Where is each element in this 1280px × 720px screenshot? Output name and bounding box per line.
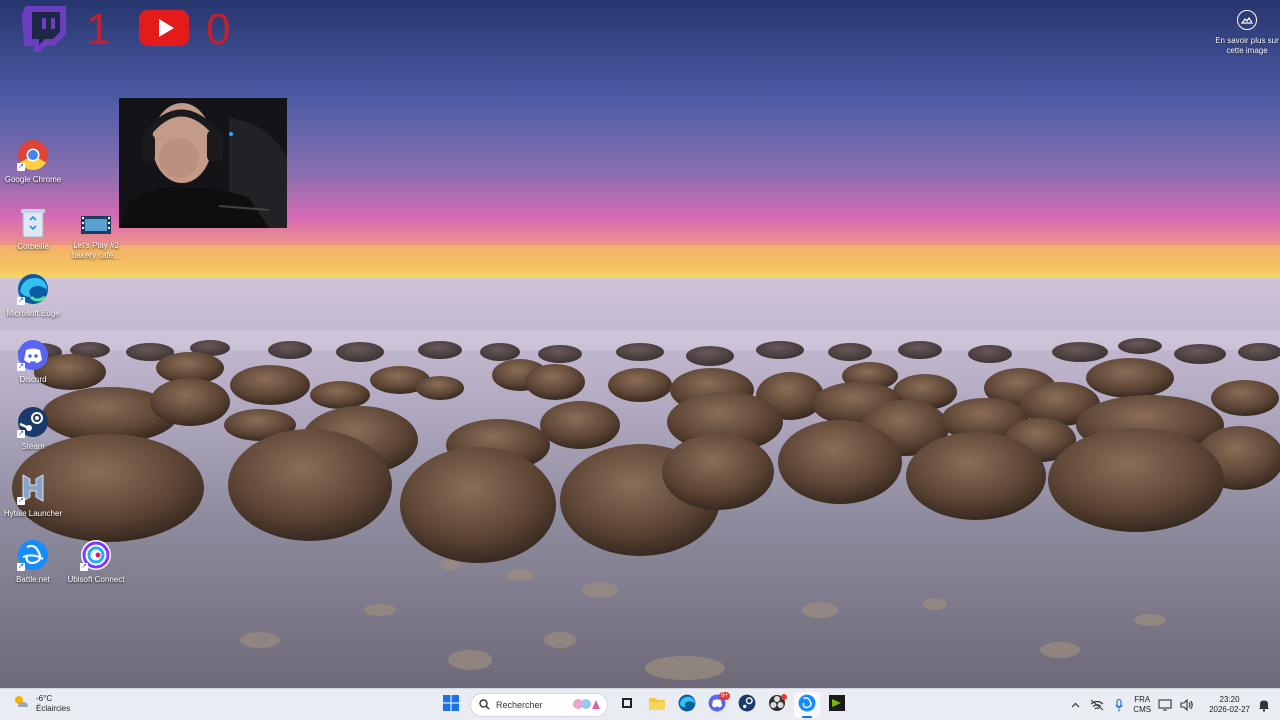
start-icon (443, 694, 459, 716)
shortcut-arrow-icon: ↗ (17, 297, 25, 305)
taskbar: -6°C Éclaircies Rechercher 9+ FRA CMS 23… (0, 688, 1280, 720)
twitch-icon (20, 4, 70, 57)
edge-icon: ↗ (16, 272, 50, 306)
battlenet-icon: ↗ (16, 538, 50, 572)
search-input[interactable] (496, 700, 566, 710)
partly-sunny-icon (12, 693, 30, 714)
desktop-icon-label: Let's Play #2 bakery cafe... (71, 241, 121, 260)
clock-date: 2026-02-27 (1209, 705, 1250, 714)
microphone-icon[interactable] (1111, 697, 1127, 713)
desktop-icon-ubisoft[interactable]: ↗ Ubisoft Connect (63, 538, 129, 585)
start-button[interactable] (438, 692, 464, 718)
desktop-icon-label: Microsoft Edge (6, 309, 60, 318)
task-view-button[interactable] (614, 692, 640, 718)
youtube-icon (138, 9, 190, 52)
obs-taskbar-button[interactable] (764, 692, 790, 718)
discord-icon: ↗ (16, 338, 50, 372)
ubisoft-icon: ↗ (79, 538, 113, 572)
desktop-icon-battlenet[interactable]: ↗ Battle.net (0, 538, 66, 585)
nvidia-icon (829, 694, 845, 716)
notification-badge: 9+ (719, 692, 730, 700)
desktop-icon-label: Battle.net (16, 575, 50, 584)
shortcut-arrow-icon: ↗ (17, 363, 25, 371)
webcam-feed (119, 98, 287, 228)
steam-icon: ↗ (16, 405, 50, 439)
chrome-icon: ↗ (16, 138, 50, 172)
youtube-counter: 0 (138, 6, 230, 54)
volume-icon[interactable] (1179, 697, 1195, 713)
hytale-icon: ↗ (16, 472, 50, 506)
input-language[interactable]: FRA CMS (1133, 695, 1151, 715)
twitch-counter: 1 (20, 4, 111, 57)
edge-icon (678, 694, 696, 717)
display-icon[interactable] (1157, 697, 1173, 713)
shortcut-arrow-icon: ↗ (17, 430, 25, 438)
keyboard-layout: CMS (1133, 705, 1152, 714)
desktop-icon-label: Ubisoft Connect (67, 575, 125, 584)
desktop-icon-chrome[interactable]: ↗ Google Chrome (0, 138, 66, 185)
steam-taskbar-button[interactable] (734, 692, 760, 718)
twitch-follower-count: 1 (86, 5, 111, 54)
desktop-icon-label: Corbeille (17, 242, 49, 251)
desktop-icon-label: Steam (21, 442, 45, 451)
shortcut-arrow-icon: ↗ (80, 563, 88, 571)
language-code: FRA (1134, 695, 1151, 704)
desktop-icon-recycle-bin[interactable]: Corbeille (0, 205, 66, 252)
battlenet-taskbar-button[interactable] (794, 692, 820, 718)
system-tray: FRA CMS 23:20 2026-02-27 (1067, 692, 1272, 718)
file-explorer-button[interactable] (644, 692, 670, 718)
taskbar-apps: 9+ (438, 692, 850, 718)
desktop-icon-edge[interactable]: ↗ Microsoft Edge (0, 272, 66, 319)
desktop-icon-label: Discord (19, 375, 47, 384)
weather-description: Éclaircies (36, 703, 71, 713)
shortcut-arrow-icon: ↗ (17, 497, 25, 505)
camera-icon (1237, 10, 1257, 30)
shortcut-arrow-icon: ↗ (17, 563, 25, 571)
task-view-icon (620, 696, 634, 715)
youtube-subscriber-count: 0 (206, 5, 231, 54)
search-icon (479, 698, 490, 712)
weather-temperature: -6°C (36, 693, 53, 703)
clock-time: 23:20 (1219, 695, 1240, 704)
network-disconnected-icon[interactable] (1089, 697, 1105, 713)
clock[interactable]: 23:20 2026-02-27 (1209, 695, 1250, 715)
video-file-icon (79, 212, 113, 238)
recording-dot-icon (781, 694, 787, 700)
edge-taskbar-button[interactable] (674, 692, 700, 718)
desktop-icon-discord[interactable]: ↗ Discord (0, 338, 66, 385)
search-highlight-icon (572, 697, 602, 713)
steam-icon (738, 694, 756, 717)
learn-about-image-label: En savoir plus sur cette image (1215, 36, 1279, 55)
chevron-up-icon[interactable] (1067, 697, 1083, 713)
nvidia-taskbar-button[interactable] (824, 692, 850, 718)
weather-widget[interactable]: -6°C Éclaircies (12, 693, 70, 714)
taskbar-search[interactable] (470, 693, 608, 717)
notification-bell-icon[interactable] (1256, 697, 1272, 713)
desktop-icon-label: Google Chrome (4, 175, 62, 184)
desktop-icon-hytale[interactable]: ↗ Hytale Launcher (0, 472, 66, 519)
desktop-icon-steam[interactable]: ↗ Steam (0, 405, 66, 452)
battlenet-icon (798, 694, 816, 717)
file-explorer-icon (648, 695, 666, 716)
discord-taskbar-button[interactable]: 9+ (704, 692, 730, 718)
desktop-icon-video-file[interactable]: Let's Play #2 bakery cafe... (63, 212, 129, 261)
shortcut-arrow-icon: ↗ (17, 163, 25, 171)
learn-about-image[interactable]: En savoir plus sur cette image (1214, 10, 1280, 56)
desktop-icon-label: Hytale Launcher (3, 509, 63, 518)
recycle-bin-icon (16, 205, 50, 239)
